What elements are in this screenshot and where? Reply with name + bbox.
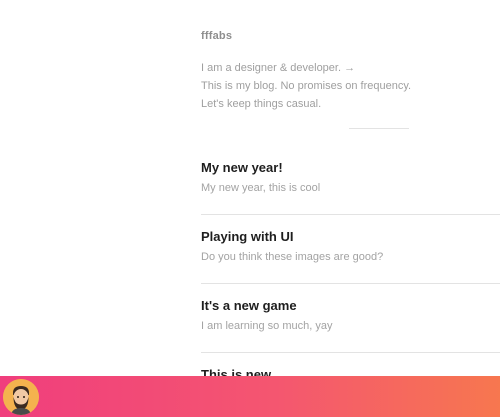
post-item[interactable]: It's a new game I am learning so much, y…	[201, 298, 500, 367]
post-title[interactable]: My new year!	[201, 160, 500, 176]
bio: I am a designer & developer. → This is m…	[201, 59, 411, 113]
post-title[interactable]: Playing with UI	[201, 229, 500, 245]
post-divider	[201, 283, 500, 284]
post-title[interactable]: It's a new game	[201, 298, 500, 314]
post-description: Do you think these images are good?	[201, 251, 384, 263]
bio-line-casual: Let's keep things casual.	[201, 98, 322, 110]
blog-page: fffabs I am a designer & developer. → Th…	[0, 0, 500, 417]
intro-divider	[349, 128, 409, 129]
post-divider	[201, 214, 500, 215]
post-divider	[201, 352, 500, 353]
post-item[interactable]: Playing with UI Do you think these image…	[201, 229, 500, 298]
avatar-illustration	[3, 379, 39, 415]
site-name[interactable]: fffabs	[201, 30, 411, 42]
bio-line-blog: This is my blog. No promises on frequenc…	[201, 80, 412, 92]
post-description: My new year, this is cool	[201, 182, 321, 194]
bottom-bar	[0, 376, 500, 417]
post-item[interactable]: My new year! My new year, this is cool	[201, 160, 500, 229]
bearded-man-avatar-icon[interactable]	[3, 379, 39, 415]
intro-section: fffabs I am a designer & developer. → Th…	[201, 30, 411, 113]
bio-line-designer[interactable]: I am a designer & developer. →	[201, 59, 411, 77]
post-description: I am learning so much, yay	[201, 320, 333, 332]
